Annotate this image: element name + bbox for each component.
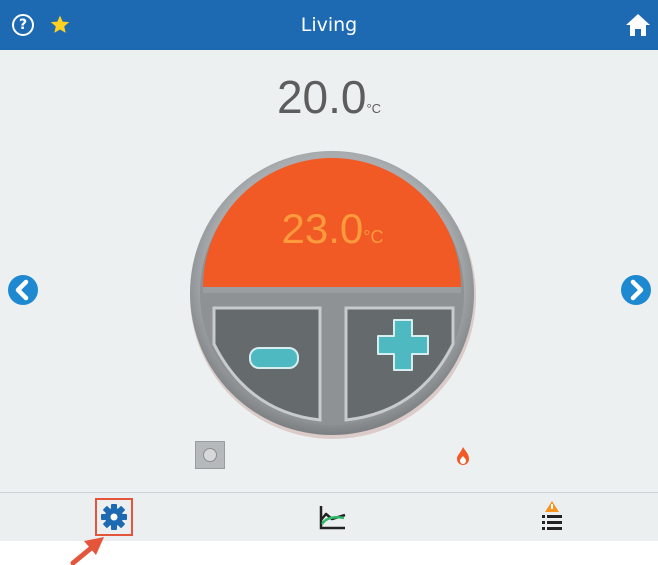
graph-button[interactable] <box>318 503 348 531</box>
current-temperature-value: 20.0 <box>276 71 367 123</box>
pointer-arrow-icon <box>70 537 104 565</box>
home-icon <box>626 14 650 36</box>
star-icon <box>50 15 70 33</box>
decrease-button[interactable] <box>208 304 324 424</box>
settings-button[interactable] <box>95 498 133 536</box>
room-title: Living <box>300 14 358 36</box>
question-circle-icon: ? <box>18 17 28 33</box>
minus-icon <box>249 347 299 369</box>
increase-button[interactable] <box>342 304 459 424</box>
help-button[interactable]: ? <box>12 14 34 36</box>
setpoint-dial: 23.0°C <box>185 150 480 440</box>
graph-icon <box>319 506 346 530</box>
home-button[interactable] <box>624 11 652 39</box>
mode-indicator-icon <box>195 441 225 469</box>
favorite-button[interactable] <box>48 13 72 37</box>
current-temperature-unit: °C <box>366 101 382 116</box>
setpoint-unit: °C <box>363 227 384 247</box>
setpoint: 23.0°C <box>185 205 480 253</box>
next-room-button[interactable] <box>620 274 652 306</box>
flame-icon <box>457 447 469 465</box>
alarm-list-icon <box>542 501 562 530</box>
mode-dot <box>203 448 217 462</box>
setpoint-value: 23.0 <box>281 205 364 252</box>
thermostat-screen: Living ? 20.0°C 23.0°C <box>0 0 658 541</box>
previous-room-button[interactable] <box>7 274 39 306</box>
current-temperature: 20.0°C <box>0 70 658 124</box>
gear-icon <box>101 504 127 530</box>
alarm-list-button[interactable] <box>539 500 565 532</box>
title-bar: Living ? <box>0 0 658 50</box>
